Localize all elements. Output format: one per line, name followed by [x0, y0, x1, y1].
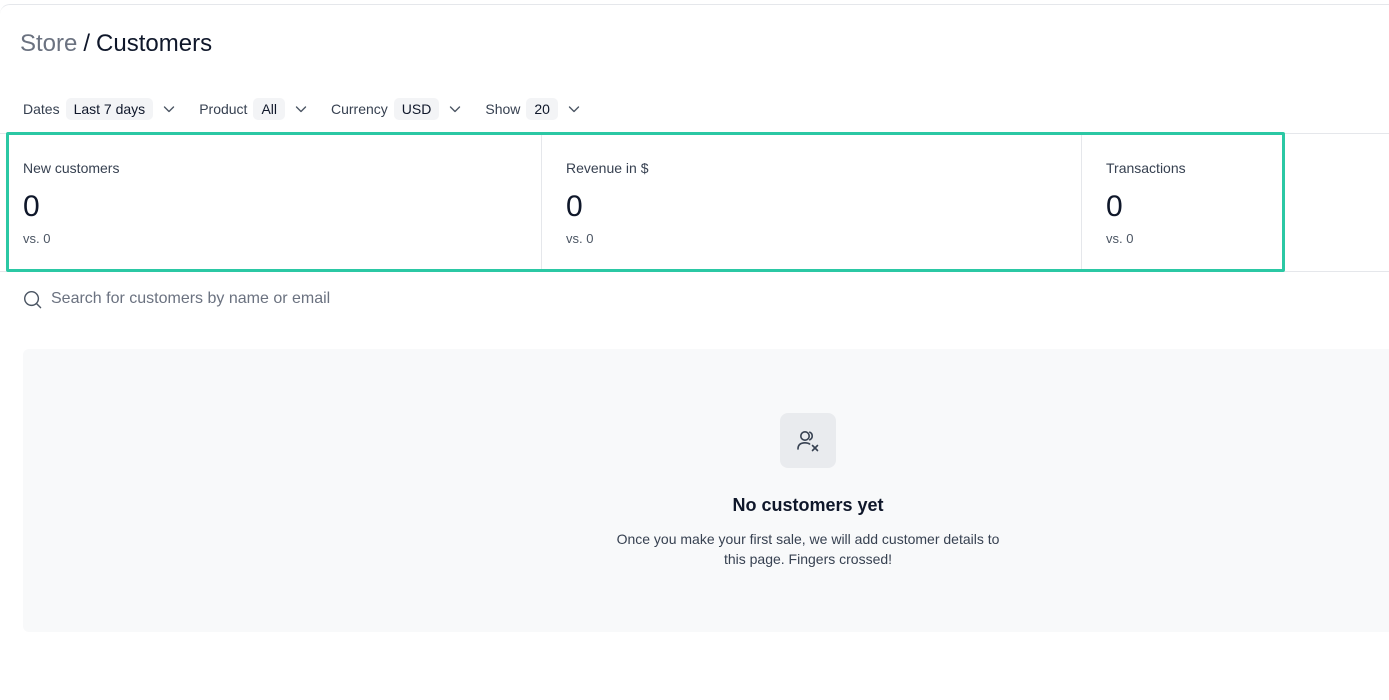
- stat-comparison: vs. 0: [23, 231, 51, 246]
- dates-filter-label: Dates: [23, 101, 60, 117]
- stat-label: Revenue in $: [566, 160, 649, 176]
- stats-panel: New customers 0 vs. 0 Revenue in $ 0 vs.…: [6, 132, 1285, 272]
- empty-state: No customers yet Once you make your firs…: [23, 349, 1389, 632]
- stat-new-customers: New customers 0 vs. 0: [9, 135, 541, 269]
- chevron-down-icon[interactable]: [448, 102, 462, 116]
- dates-filter[interactable]: Dates Last 7 days: [23, 98, 176, 120]
- search-icon: [23, 290, 42, 308]
- page-title: Customers: [96, 30, 213, 57]
- show-filter-value[interactable]: 20: [526, 98, 558, 120]
- stat-label: New customers: [23, 160, 120, 176]
- show-filter[interactable]: Show 20: [485, 98, 581, 120]
- filter-bar: Dates Last 7 days Product All Currency U…: [23, 97, 604, 121]
- stat-value: 0: [23, 190, 40, 223]
- customer-search: [23, 288, 623, 310]
- currency-filter-value[interactable]: USD: [393, 98, 440, 120]
- stat-value: 0: [566, 190, 583, 223]
- breadcrumb-store-link[interactable]: Store: [20, 30, 77, 57]
- product-filter-value[interactable]: All: [253, 98, 285, 120]
- empty-state-icon-container: [780, 413, 836, 468]
- stat-revenue: Revenue in $ 0 vs. 0: [541, 135, 1081, 269]
- empty-state-title: No customers yet: [732, 495, 884, 515]
- show-filter-label: Show: [485, 101, 521, 117]
- empty-state-description: Once you make your first sale, we will a…: [616, 531, 1000, 567]
- stat-comparison: vs. 0: [1106, 231, 1134, 246]
- product-filter[interactable]: Product All: [199, 98, 308, 120]
- search-input[interactable]: [51, 290, 571, 308]
- chevron-down-icon[interactable]: [567, 102, 581, 116]
- chevron-down-icon[interactable]: [162, 102, 176, 116]
- stat-label: Transactions: [1106, 160, 1186, 176]
- breadcrumb-separator: /: [83, 30, 91, 57]
- breadcrumb: Store / Customers: [20, 29, 212, 59]
- currency-filter[interactable]: Currency USD: [331, 98, 462, 120]
- stat-comparison: vs. 0: [566, 231, 594, 246]
- product-filter-label: Product: [199, 101, 248, 117]
- chevron-down-icon[interactable]: [294, 102, 308, 116]
- stat-value: 0: [1106, 190, 1123, 223]
- dates-filter-value[interactable]: Last 7 days: [65, 98, 154, 120]
- currency-filter-label: Currency: [331, 101, 388, 117]
- stat-transactions: Transactions 0 vs. 0: [1081, 135, 1282, 269]
- user-x-icon: [797, 430, 819, 451]
